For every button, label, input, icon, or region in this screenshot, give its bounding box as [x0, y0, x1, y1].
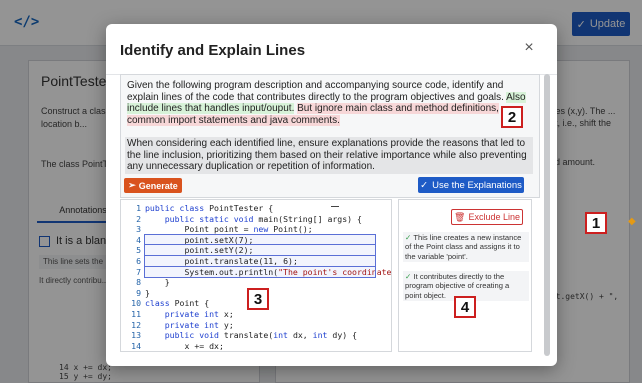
code-line[interactable]: 8 } [121, 277, 391, 288]
line-number: 14 [131, 340, 141, 351]
caret-icon: ◆ [628, 216, 636, 227]
problem-title: PointTester [41, 73, 112, 89]
bg-code-line: 14 x += dx; [59, 363, 112, 372]
use-explanations-label: Use the Explanations [432, 179, 522, 191]
code-text: point.setY(2); [144, 244, 376, 257]
code-editor[interactable]: 1 public class PointTester {2 public stat… [120, 199, 392, 352]
prompt-text: Given the following program description … [127, 80, 504, 103]
code-line[interactable]: 14 x += dx; [121, 340, 391, 351]
code-text: public class PointTester { [145, 203, 274, 213]
trash-icon: 🗑 [454, 211, 466, 222]
code-line[interactable]: 6 point.translate(11, 6); [121, 254, 391, 268]
code-text: point.setX(7); [144, 233, 376, 247]
code-text: } [145, 287, 150, 298]
code-text: point.translate(11, 6); [144, 254, 376, 268]
line-number: 4 [136, 234, 141, 245]
close-icon[interactable]: × [519, 38, 539, 58]
code-line[interactable]: 12 private int y; [121, 319, 391, 330]
line-number: 2 [136, 213, 141, 224]
prompt-paragraph-1: Given the following program description … [127, 80, 531, 126]
editor-description: ates (x,y). The ... int, i.e., shift the [548, 106, 616, 128]
code-text: System.out.println("The point's coordina… [144, 265, 391, 278]
update-button[interactable]: ✓ Update [572, 12, 630, 36]
annotation-badge-4: 4 [454, 296, 476, 318]
code-text: private int y; [164, 319, 234, 330]
code-line[interactable]: 11 private int x; [121, 309, 391, 319]
explanation-text: This line creates a new instance of the … [405, 233, 522, 261]
use-explanations-button[interactable]: ✓ Use the Explanations [418, 177, 524, 193]
update-label: Update [589, 18, 626, 30]
code-line[interactable]: 1 public class PointTester { [121, 203, 391, 213]
explanation-item[interactable]: ✓ This line creates a new instance of th… [403, 232, 529, 263]
exclude-line-label: Exclude Line [468, 212, 520, 222]
code-line[interactable]: 4 point.setX(7); [121, 233, 391, 247]
check-icon: ✓ [576, 18, 586, 31]
bg-code-line: 15 y += dy; [59, 372, 112, 381]
bg-code-lines: 14 x += dx; 15 y += dy; [59, 363, 112, 381]
line-number: 1 [136, 203, 141, 213]
send-icon: ➢ [128, 180, 136, 190]
dialog-scrollbar[interactable] [544, 74, 550, 356]
line-number: 5 [136, 245, 141, 256]
code-line[interactable]: 2 public static void main(String[] args)… [121, 213, 391, 224]
line-number: 13 [131, 330, 141, 341]
line-number: 3 [136, 224, 141, 235]
annotation-badge-1: 1 [585, 212, 607, 234]
code-text: public static void main(String[] args) { [164, 213, 362, 224]
line-number: 9 [136, 287, 141, 298]
code-text: } [164, 277, 170, 288]
code-line[interactable]: 3 Point point = new Point(); [121, 224, 391, 235]
line-number: 6 [136, 256, 141, 266]
line-number: 7 [136, 266, 141, 277]
code-text: Point point = new Point(); [184, 224, 313, 235]
code-line[interactable]: 7 System.out.println("The point's coordi… [121, 265, 391, 278]
line-number: 12 [131, 319, 141, 330]
prompt-paragraph-2: When considering each identified line, e… [125, 137, 533, 174]
annotation-badge-3: 3 [247, 288, 269, 310]
check-icon: ✓ [420, 179, 429, 191]
code-text: x += dx; [184, 340, 224, 351]
explanations-panel: 🗑 Exclude Line ✓ This line creates a new… [398, 199, 532, 352]
line-number: 10 [131, 298, 141, 309]
annotation-badge-2: 2 [501, 106, 523, 128]
generate-label: Generate [138, 180, 178, 191]
line-number: 8 [136, 277, 141, 288]
generate-button[interactable]: ➢ Generate [124, 178, 182, 193]
dialog-title: Identify and Explain Lines [120, 42, 306, 59]
blank-line-checkbox[interactable] [39, 235, 50, 247]
exclude-line-button[interactable]: 🗑 Exclude Line [451, 209, 523, 225]
line-number: 11 [131, 309, 141, 319]
identify-lines-dialog: Identify and Explain Lines × Given the f… [106, 24, 557, 366]
code-line[interactable]: 13 public void translate(int dx, int dy)… [121, 330, 391, 341]
code-text: public void translate(int dx, int dy) { [164, 330, 358, 341]
app-logo: </> [14, 14, 40, 30]
code-text: private int x; [164, 309, 234, 319]
code-text: class Point { [145, 298, 210, 309]
code-line[interactable]: 5 point.setY(2); [121, 244, 391, 257]
